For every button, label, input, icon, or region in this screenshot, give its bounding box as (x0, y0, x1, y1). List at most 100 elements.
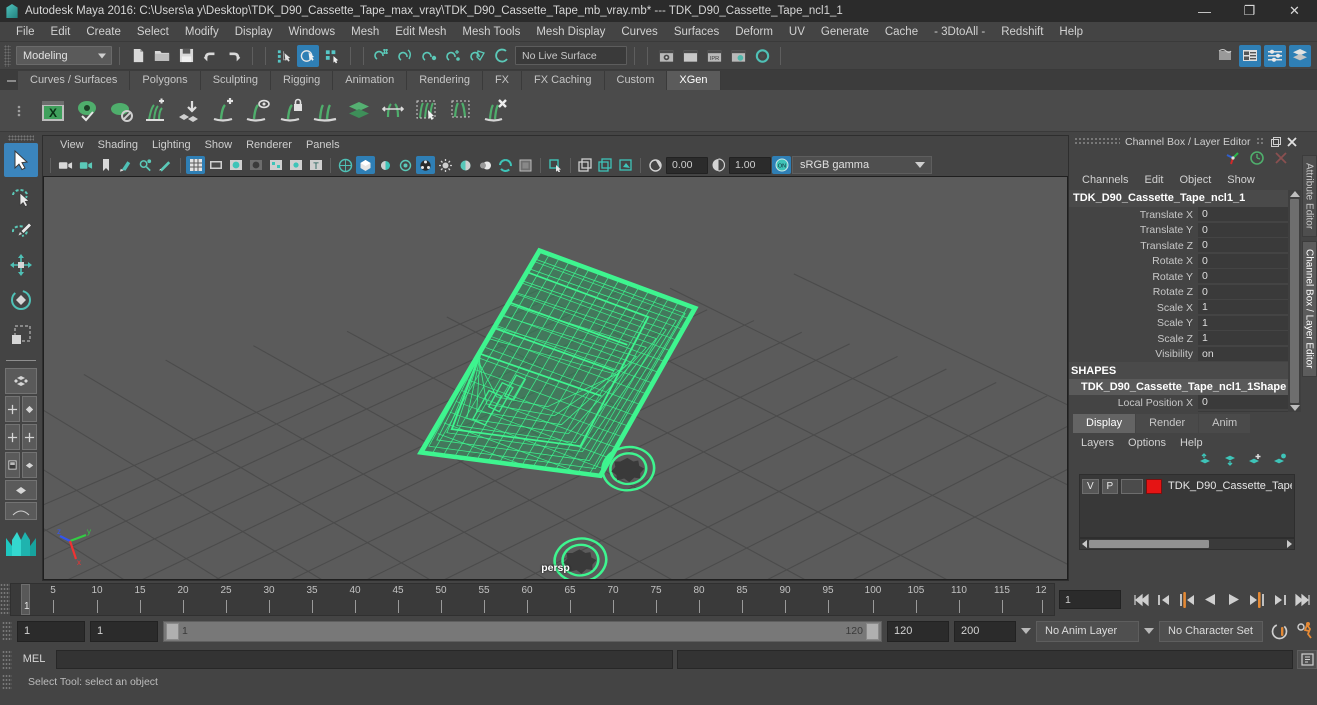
channel-value[interactable]: 0.51 (1198, 410, 1288, 412)
maximize-icon[interactable]: ❐ (1227, 0, 1272, 22)
speed-toggle-icon[interactable] (1249, 150, 1265, 171)
shelf-tab-rigging[interactable]: Rigging (270, 71, 334, 90)
shelf-options-icon[interactable] (2, 91, 36, 131)
play-forwards-icon[interactable] (1222, 589, 1244, 611)
layer-visibility-toggle[interactable]: V (1082, 478, 1099, 494)
shelf-tab-xgen[interactable]: XGen (667, 71, 721, 90)
move-layer-down-icon[interactable] (1222, 453, 1237, 471)
current-frame-field[interactable]: 1 (1059, 590, 1121, 609)
step-forward-frame-icon[interactable] (1245, 589, 1267, 611)
shelf-tab-curves-surfaces[interactable]: Curves / Surfaces (18, 71, 131, 90)
range-slider-left-handle[interactable] (166, 622, 179, 640)
minimize-icon[interactable]: — (1182, 0, 1227, 22)
status-bar-grip[interactable] (2, 674, 12, 690)
channel-row-translate-y[interactable]: Translate Y 0 (1069, 222, 1288, 239)
channel-value[interactable]: 0 (1198, 222, 1288, 238)
move-layer-up-icon[interactable] (1197, 453, 1212, 471)
color-management-toggle-icon[interactable]: ON (772, 156, 791, 174)
channel-menu-channels[interactable]: Channels (1075, 173, 1135, 187)
xgen-preview-description-icon[interactable] (240, 94, 274, 128)
render-sequence-icon[interactable] (679, 45, 701, 67)
menu-edit[interactable]: Edit (43, 24, 79, 40)
channel-box-scrollbar[interactable] (1288, 190, 1301, 412)
channel-value[interactable]: 0 (1198, 253, 1288, 269)
viewport-menu-show[interactable]: Show (198, 138, 240, 152)
xgen-preview-icon[interactable] (70, 94, 104, 128)
xgen-editor-icon[interactable]: X (36, 94, 70, 128)
scroll-right-icon[interactable] (1287, 540, 1292, 548)
gamma-icon[interactable] (709, 156, 728, 174)
shelf-tab-fx[interactable]: FX (482, 71, 523, 90)
grease-pencil-icon[interactable] (156, 156, 175, 174)
dock-tab-attribute-editor[interactable]: Attribute Editor (1301, 155, 1317, 238)
channel-menu-edit[interactable]: Edit (1137, 173, 1170, 187)
grid-toggle-icon[interactable] (186, 156, 205, 174)
go-to-start-icon[interactable] (1130, 589, 1152, 611)
channel-row-rotate-y[interactable]: Rotate Y 0 (1069, 269, 1288, 285)
menu-3dtoall[interactable]: - 3DtoAll - (926, 24, 993, 40)
bookmark-icon[interactable] (96, 156, 115, 174)
anim-layer-chevron-down-icon[interactable] (1021, 628, 1031, 634)
menu-cache[interactable]: Cache (877, 24, 926, 40)
select-by-object-icon[interactable] (297, 44, 319, 67)
two-d-pan-zoom-icon[interactable] (136, 156, 155, 174)
render-settings-icon[interactable] (727, 45, 749, 67)
playback-end-time-field[interactable]: 120 (887, 620, 949, 642)
image-plane-icon[interactable] (116, 156, 135, 174)
gamma-field[interactable]: 1.00 (729, 156, 771, 174)
shelf-tab-animation[interactable]: Animation (333, 71, 408, 90)
xgen-disable-preview-icon[interactable] (104, 94, 138, 128)
time-slider[interactable]: 1 5 10 15 20 25 30 35 40 45 50 55 60 65 … (10, 583, 1055, 616)
xray-display-icon[interactable] (336, 156, 355, 174)
menu-windows[interactable]: Windows (280, 24, 343, 40)
transform-manipulator-icon[interactable] (1224, 150, 1241, 171)
snap-to-projected-center-icon[interactable] (443, 45, 465, 67)
save-scene-icon[interactable] (175, 45, 197, 67)
menu-create[interactable]: Create (78, 24, 129, 40)
channel-row-visibility[interactable]: Visibility on (1069, 346, 1288, 363)
menu-mesh-tools[interactable]: Mesh Tools (454, 24, 528, 40)
xgen-clear-selection-icon[interactable] (444, 94, 478, 128)
channel-box-attribute-list[interactable]: TDK_D90_Cassette_Tape_ncl1_1 Translate X… (1069, 190, 1301, 412)
menu-set-selector[interactable]: Modeling (16, 46, 112, 65)
select-tool-icon[interactable] (4, 143, 38, 177)
display-texture-icon[interactable] (576, 156, 595, 174)
go-to-end-icon[interactable] (1291, 589, 1313, 611)
motion-blur-icon[interactable] (476, 156, 495, 174)
xgen-duplicate-description-icon[interactable] (308, 94, 342, 128)
channel-row-translate-z[interactable]: Translate Z 0 (1069, 238, 1288, 254)
viewport-menu-panels[interactable]: Panels (299, 138, 347, 152)
layer-menu-layers[interactable]: Layers (1075, 436, 1120, 450)
lasso-tool-icon[interactable] (4, 178, 38, 212)
xgen-add-groomable-icon[interactable] (206, 94, 240, 128)
scroll-left-icon[interactable] (1082, 540, 1087, 548)
attribute-editor-toggle-icon[interactable] (1239, 44, 1261, 67)
snap-to-view-plane-icon[interactable] (467, 45, 489, 67)
statusline-grip[interactable] (4, 44, 11, 67)
exposure-field[interactable]: 0.00 (666, 156, 708, 174)
menu-generate[interactable]: Generate (813, 24, 877, 40)
command-line-input[interactable] (56, 649, 673, 669)
smooth-shade-icon[interactable] (246, 156, 265, 174)
rotate-tool-icon[interactable] (4, 283, 38, 317)
menu-display[interactable]: Display (227, 24, 281, 40)
shelf-tab-rendering[interactable]: Rendering (407, 71, 483, 90)
layout-outliner-persp-button[interactable] (5, 452, 20, 478)
lighting-all-lights-icon[interactable] (416, 156, 435, 174)
layout-custom-button[interactable] (5, 502, 37, 520)
viewport-3d-canvas[interactable]: y z x persp (43, 176, 1068, 580)
anim-layer-selector[interactable]: No Anim Layer (1036, 620, 1139, 642)
paint-selection-tool-icon[interactable] (4, 213, 38, 247)
layout-persp-outliner-button[interactable] (22, 396, 37, 422)
menu-mesh-display[interactable]: Mesh Display (528, 24, 613, 40)
snap-to-grid-icon[interactable] (371, 45, 393, 67)
layer-tab-anim[interactable]: Anim (1199, 414, 1251, 433)
time-slider-grip[interactable] (0, 583, 10, 616)
channel-row-rotate-z[interactable]: Rotate Z 0 (1069, 284, 1288, 301)
channel-value[interactable]: 1 (1198, 331, 1288, 347)
shelf-tab-polygons[interactable]: Polygons (130, 71, 201, 90)
channel-row-scale-x[interactable]: Scale X 1 (1069, 300, 1288, 316)
xray-active-components-icon[interactable] (376, 156, 395, 174)
cassette-tape-wireframe-model[interactable] (44, 177, 1067, 579)
menu-surfaces[interactable]: Surfaces (666, 24, 727, 40)
